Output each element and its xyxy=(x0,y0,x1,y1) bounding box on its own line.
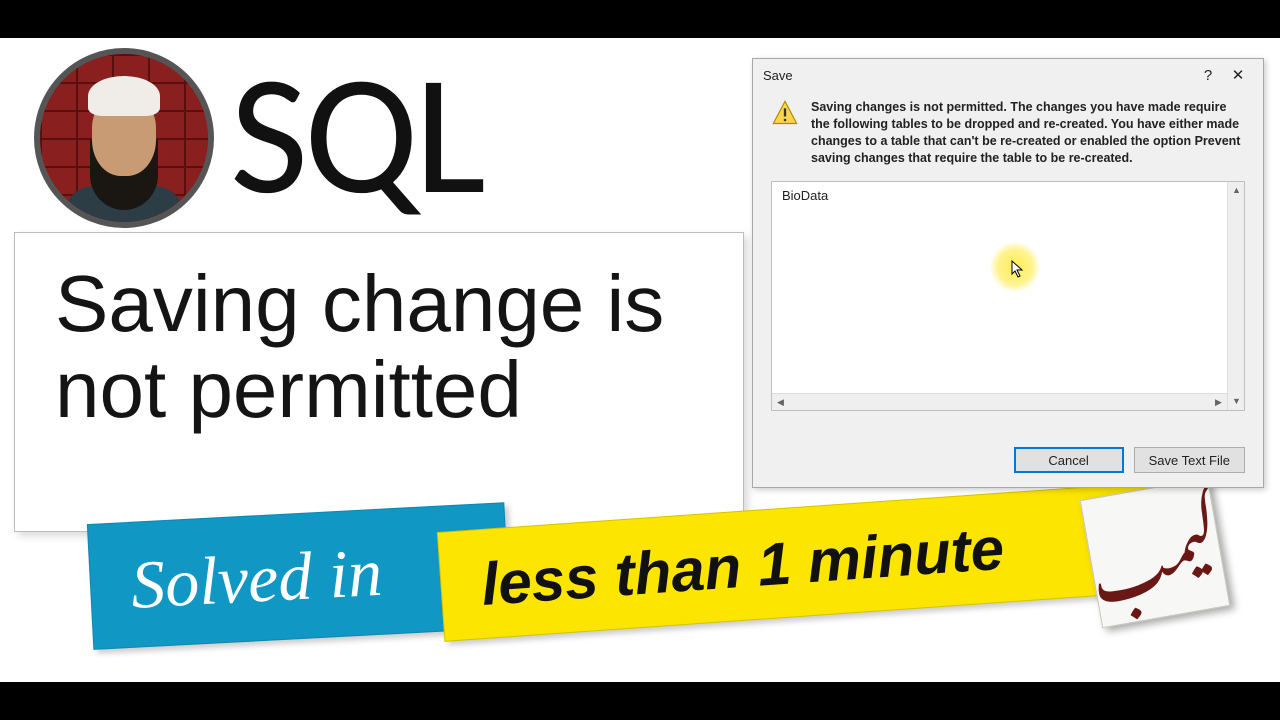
dialog-body: Saving changes is not permitted. The cha… xyxy=(753,91,1263,411)
scroll-down-button[interactable]: ▼ xyxy=(1228,393,1245,410)
dialog-message-row: Saving changes is not permitted. The cha… xyxy=(771,99,1245,167)
horizontal-scrollbar[interactable]: ◀ ▶ xyxy=(772,393,1227,410)
cancel-button[interactable]: Cancel xyxy=(1014,447,1124,473)
dialog-button-row: Cancel Save Text File xyxy=(1014,447,1245,473)
dialog-title: Save xyxy=(763,68,1193,83)
headline-text: Saving change is not permitted xyxy=(55,261,703,434)
save-text-file-button[interactable]: Save Text File xyxy=(1134,447,1245,473)
letterbox-bottom xyxy=(0,682,1280,720)
scroll-left-button[interactable]: ◀ xyxy=(772,394,789,411)
avatar-person xyxy=(64,66,184,226)
cursor-icon xyxy=(1011,260,1025,278)
presenter-avatar xyxy=(34,48,214,228)
scroll-up-button[interactable]: ▲ xyxy=(1228,182,1245,199)
channel-logo: كيمب xyxy=(1080,478,1231,629)
close-button[interactable]: ✕ xyxy=(1223,66,1253,84)
vertical-scrollbar[interactable]: ▲ ▼ xyxy=(1227,182,1244,410)
dialog-message: Saving changes is not permitted. The cha… xyxy=(811,99,1245,167)
solved-label: Solved in xyxy=(129,532,384,624)
save-dialog: Save ? ✕ Saving changes is not permitted… xyxy=(752,58,1264,488)
sql-heading: SQL xyxy=(230,30,482,238)
letterbox-top xyxy=(0,0,1280,38)
minute-label: less than 1 minute xyxy=(479,513,1006,618)
warning-icon xyxy=(771,99,799,127)
logo-script: كيمب xyxy=(1085,513,1225,593)
solved-yellow-strip: less than 1 minute xyxy=(437,482,1163,642)
dialog-titlebar: Save ? ✕ xyxy=(753,59,1263,91)
scroll-right-button[interactable]: ▶ xyxy=(1210,394,1227,411)
headline-card: Saving change is not permitted xyxy=(14,232,744,532)
tables-list[interactable]: BioData ▲ ▼ ◀ ▶ xyxy=(771,181,1245,411)
help-button[interactable]: ? xyxy=(1193,67,1223,84)
table-row[interactable]: BioData xyxy=(782,188,1234,203)
